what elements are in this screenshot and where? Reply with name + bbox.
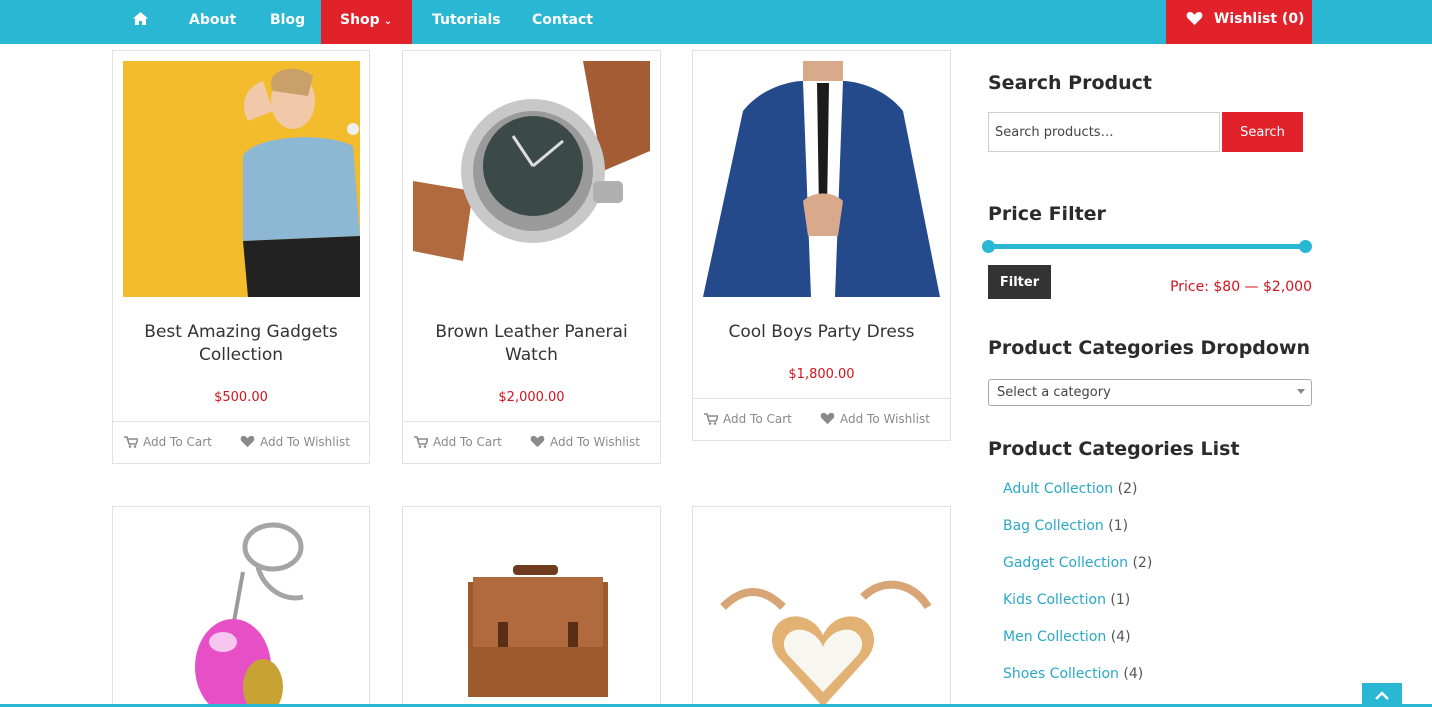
product-image-watch[interactable] bbox=[413, 61, 650, 297]
add-to-cart-label: Add To Cart bbox=[723, 412, 792, 426]
product-price-1: $500.00 bbox=[214, 390, 268, 405]
add-to-wishlist-label: Add To Wishlist bbox=[260, 435, 350, 449]
cart-icon bbox=[124, 436, 140, 448]
product-price-3: $1,800.00 bbox=[788, 367, 855, 382]
heart-icon bbox=[820, 412, 835, 425]
category-link[interactable]: Gadget Collection bbox=[1003, 555, 1128, 571]
product-image-gadgets[interactable] bbox=[123, 61, 360, 297]
top-navigation: About Blog Shop ⌄ Tutorials Contact Wishl… bbox=[0, 0, 1432, 44]
price-slider-max-handle[interactable] bbox=[1299, 240, 1312, 253]
category-item[interactable]: Bag Collection (1) bbox=[1003, 518, 1128, 534]
wishlist-count: (0) bbox=[1281, 11, 1305, 27]
nav-home-link[interactable] bbox=[132, 0, 150, 44]
category-link[interactable]: Kids Collection bbox=[1003, 592, 1106, 608]
category-link[interactable]: Shoes Collection bbox=[1003, 666, 1119, 682]
add-to-cart-button[interactable]: Add To Cart bbox=[124, 435, 212, 449]
nav-shop-label: Shop bbox=[340, 12, 380, 28]
add-to-cart-button[interactable]: Add To Cart bbox=[704, 412, 792, 426]
product-actions: Add To Cart Add To Wishlist bbox=[403, 421, 660, 463]
category-count: (1) bbox=[1108, 518, 1129, 534]
nav-shop-link[interactable]: Shop ⌄ bbox=[321, 0, 412, 44]
product-card: Cool Boys Party Dress $1,800.00 Add To C… bbox=[692, 50, 951, 441]
wishlist-label: Wishlist bbox=[1213, 11, 1278, 27]
product-price-2: $2,000.00 bbox=[498, 390, 565, 405]
category-item[interactable]: Men Collection (4) bbox=[1003, 629, 1131, 645]
product-image-jewelry-watch[interactable] bbox=[703, 517, 940, 707]
chevron-up-icon bbox=[1375, 691, 1389, 700]
nav-contact-link[interactable]: Contact bbox=[532, 0, 593, 44]
home-icon bbox=[133, 12, 148, 25]
add-to-cart-button[interactable]: Add To Cart bbox=[414, 435, 502, 449]
add-to-wishlist-label: Add To Wishlist bbox=[840, 412, 930, 426]
product-title-3[interactable]: Cool Boys Party Dress bbox=[693, 321, 950, 344]
nav-blog-link[interactable]: Blog bbox=[270, 0, 305, 44]
category-link[interactable]: Men Collection bbox=[1003, 629, 1106, 645]
cart-icon bbox=[414, 436, 430, 448]
add-to-wishlist-button[interactable]: Add To Wishlist bbox=[820, 412, 930, 426]
product-image-bag[interactable] bbox=[413, 517, 650, 707]
nav-about-link[interactable]: About bbox=[189, 0, 236, 44]
heart-icon bbox=[240, 435, 255, 448]
category-link[interactable]: Adult Collection bbox=[1003, 481, 1113, 497]
product-card bbox=[402, 506, 661, 707]
filter-button[interactable]: Filter bbox=[988, 265, 1051, 299]
search-button[interactable]: Search bbox=[1222, 112, 1303, 152]
category-count: (1) bbox=[1110, 592, 1131, 608]
product-card bbox=[692, 506, 951, 707]
add-to-wishlist-button[interactable]: Add To Wishlist bbox=[530, 435, 640, 449]
category-count: (2) bbox=[1132, 555, 1153, 571]
category-select[interactable]: Select a category bbox=[988, 379, 1312, 406]
dropdown-arrow-icon bbox=[1297, 389, 1305, 394]
category-link[interactable]: Bag Collection bbox=[1003, 518, 1104, 534]
heart-icon bbox=[1186, 12, 1203, 25]
category-item[interactable]: Kids Collection (1) bbox=[1003, 592, 1130, 608]
product-image-dress[interactable] bbox=[703, 61, 940, 297]
search-input[interactable] bbox=[988, 112, 1220, 152]
categories-list-title: Product Categories List bbox=[988, 438, 1240, 460]
product-title-2-line2[interactable]: Watch bbox=[403, 344, 660, 367]
category-item[interactable]: Gadget Collection (2) bbox=[1003, 555, 1152, 571]
price-slider-min-handle[interactable] bbox=[982, 240, 995, 253]
price-range-label: Price: $80 — $2,000 bbox=[1170, 279, 1312, 295]
chevron-down-icon: ⌄ bbox=[383, 16, 393, 27]
product-actions: Add To Cart Add To Wishlist bbox=[113, 421, 369, 463]
category-count: (4) bbox=[1123, 666, 1144, 682]
search-widget-title: Search Product bbox=[988, 72, 1152, 94]
category-item[interactable]: Adult Collection (2) bbox=[1003, 481, 1137, 497]
product-title-1[interactable]: Best Amazing Gadgets bbox=[113, 321, 369, 344]
nav-tutorials-link[interactable]: Tutorials bbox=[432, 0, 501, 44]
category-item[interactable]: Shoes Collection (4) bbox=[1003, 666, 1143, 682]
cart-icon bbox=[704, 413, 720, 425]
categories-dropdown-title: Product Categories Dropdown bbox=[988, 337, 1311, 359]
wishlist-button[interactable]: Wishlist (0) bbox=[1166, 0, 1312, 44]
product-actions: Add To Cart Add To Wishlist bbox=[693, 398, 950, 440]
product-card: Best Amazing Gadgets Collection $500.00 … bbox=[112, 50, 370, 464]
add-to-cart-label: Add To Cart bbox=[433, 435, 502, 449]
add-to-cart-label: Add To Cart bbox=[143, 435, 212, 449]
heart-icon bbox=[530, 435, 545, 448]
product-title-2[interactable]: Brown Leather Panerai bbox=[403, 321, 660, 344]
add-to-wishlist-button[interactable]: Add To Wishlist bbox=[240, 435, 350, 449]
product-card bbox=[112, 506, 370, 707]
product-card: Brown Leather Panerai Watch $2,000.00 Ad… bbox=[402, 50, 661, 464]
product-title-1-line2[interactable]: Collection bbox=[113, 344, 369, 367]
add-to-wishlist-label: Add To Wishlist bbox=[550, 435, 640, 449]
category-count: (4) bbox=[1110, 629, 1131, 645]
price-filter-title: Price Filter bbox=[988, 203, 1106, 225]
category-select-value: Select a category bbox=[997, 385, 1111, 400]
back-to-top-button[interactable] bbox=[1362, 683, 1402, 707]
price-slider-track[interactable] bbox=[988, 244, 1306, 249]
category-count: (2) bbox=[1117, 481, 1138, 497]
product-image-keychain[interactable] bbox=[123, 517, 360, 707]
